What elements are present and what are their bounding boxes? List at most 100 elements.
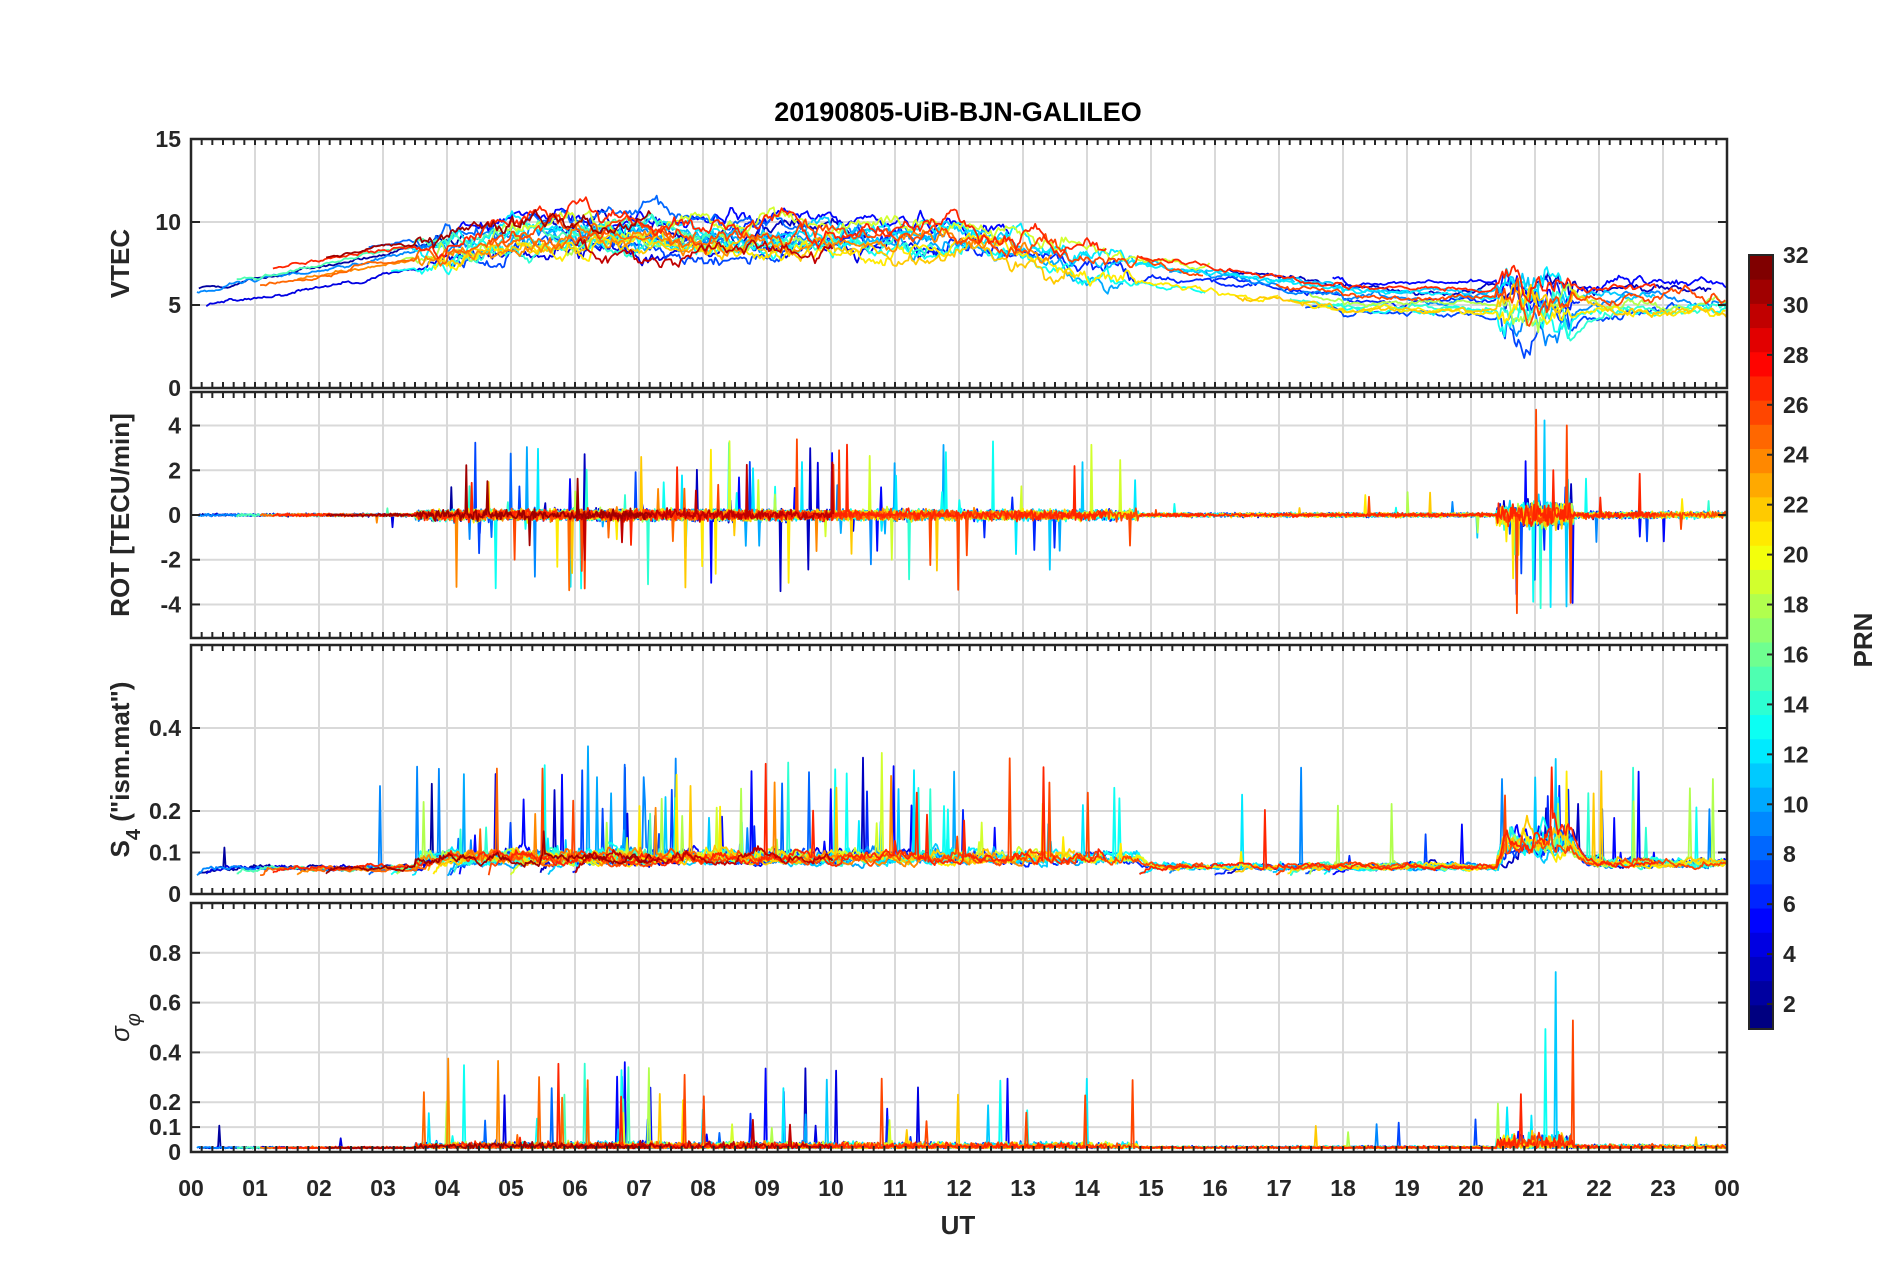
colorbar-band [1749, 521, 1773, 546]
colorbar-band [1749, 424, 1773, 449]
colorbar: 2468101214161820222426283032PRN [1748, 242, 1878, 1030]
y-tick-label: 0.1 [149, 1114, 181, 1140]
x-tick-label: 21 [1522, 1175, 1548, 1201]
colorbar-band [1749, 617, 1773, 643]
x-tick-label: 02 [306, 1175, 332, 1201]
y-label-main: σ [105, 1025, 135, 1042]
y-tick-label: 0 [168, 881, 181, 907]
x-tick-label: 08 [690, 1175, 716, 1201]
y-axis-label-1: VTEC [105, 229, 135, 299]
x-tick-label: 03 [370, 1175, 396, 1201]
y-axis-label-4: σφ [105, 1013, 145, 1042]
colorbar-band [1749, 835, 1773, 861]
colorbar-tick-label: 28 [1783, 342, 1809, 368]
panel-1: 0 5 10 15 [155, 126, 1729, 401]
y-tick-label: 0.2 [149, 1089, 181, 1115]
panel-3: 0 0.1 0.2 0.4 [149, 643, 1729, 907]
y-tick-label: 0 [168, 375, 181, 401]
x-tick-label: 23 [1650, 1175, 1676, 1201]
colorbar-tick-label: 8 [1783, 841, 1796, 867]
colorbar-band [1749, 303, 1773, 329]
x-tick-label: 06 [562, 1175, 588, 1201]
colorbar-tick-label: 12 [1783, 741, 1809, 767]
x-tick-label: 15 [1138, 1175, 1164, 1201]
colorbar-band [1749, 279, 1773, 304]
colorbar-band [1749, 690, 1773, 716]
colorbar-tick-label: 24 [1783, 442, 1809, 468]
x-tick-label: 04 [434, 1175, 460, 1201]
x-tick-label: 16 [1202, 1175, 1228, 1201]
colorbar-tick-label: 4 [1783, 941, 1796, 967]
colorbar-band [1749, 472, 1773, 498]
colorbar-band [1749, 327, 1773, 353]
colorbar-band [1749, 811, 1773, 836]
x-tick-label: 07 [626, 1175, 652, 1201]
y-axis-label-3: S4 ("ism.mat") [105, 682, 145, 858]
colorbar-tick-label: 2 [1783, 991, 1796, 1017]
x-tick-label: 12 [946, 1175, 972, 1201]
y-tick-label: 0.4 [149, 1039, 181, 1065]
colorbar-label: PRN [1848, 613, 1878, 668]
colorbar-tick-label: 14 [1783, 691, 1809, 717]
y-tick-label: 2 [168, 457, 181, 483]
panel-4: 00.10.2 0.4 0.6 0.8 [149, 901, 1729, 1165]
panel-2: -4 -2 0 2 4 [161, 390, 1729, 640]
x-tick-label: 14 [1074, 1175, 1100, 1201]
x-tick-label: 11 [883, 1175, 908, 1201]
colorbar-band [1749, 448, 1773, 474]
y-tick-label: -4 [161, 591, 182, 617]
x-tick-label: 10 [818, 1175, 844, 1201]
x-tick-label: 05 [498, 1175, 524, 1201]
y-tick-label: 0.1 [149, 840, 181, 866]
y-tick-label: 0 [168, 1139, 181, 1165]
x-tick-label: 13 [1010, 1175, 1036, 1201]
colorbar-band [1749, 255, 1773, 280]
colorbar-band [1749, 956, 1773, 982]
colorbar-tick-label: 18 [1783, 592, 1809, 618]
colorbar-band [1749, 1004, 1773, 1030]
y-tick-label: 0.2 [149, 798, 181, 824]
x-tick-label: 09 [754, 1175, 780, 1201]
colorbar-tick-label: 22 [1783, 492, 1809, 518]
colorbar-tick-label: 6 [1783, 891, 1796, 917]
y-tick-label: 0.6 [149, 990, 181, 1016]
colorbar-band [1749, 545, 1773, 570]
colorbar-band [1749, 666, 1773, 691]
colorbar-tick-label: 32 [1783, 242, 1809, 268]
x-tick-label: 01 [242, 1175, 268, 1201]
colorbar-tick-label: 10 [1783, 791, 1809, 817]
colorbar-band [1749, 980, 1773, 1006]
x-tick-label: 17 [1266, 1175, 1292, 1201]
y-tick-label: 0.4 [149, 715, 181, 741]
y-label-main: S [105, 840, 135, 857]
panels: 051015-4-202400.10.20.400.10.20.40.60.8 [149, 126, 1729, 1165]
x-tick-label: 20 [1458, 1175, 1484, 1201]
colorbar-band [1749, 375, 1773, 401]
y-label-rest: ("ism.mat") [105, 682, 135, 829]
x-tick-label: 19 [1394, 1175, 1420, 1201]
x-tick-label: 22 [1586, 1175, 1612, 1201]
colorbar-band [1749, 859, 1773, 885]
y-tick-label: 4 [168, 413, 181, 439]
colorbar-tick-label: 20 [1783, 542, 1809, 568]
y-axis-label-2: ROT [TECU/min] [105, 413, 135, 617]
colorbar-band [1749, 569, 1773, 595]
chart-title: 20190805-UiB-BJN-GALILEO [774, 97, 1142, 127]
y-tick-label: -2 [161, 547, 181, 573]
colorbar-tick-label: 16 [1783, 641, 1809, 667]
x-tick-label: 18 [1330, 1175, 1356, 1201]
colorbar-band [1749, 908, 1773, 933]
colorbar-tick-label: 26 [1783, 392, 1809, 418]
colorbar-band [1749, 787, 1773, 812]
y-tick-label: 0.8 [149, 940, 181, 966]
y-tick-label: 5 [168, 292, 181, 318]
x-tick-label: 00 [178, 1175, 204, 1201]
y-tick-label: 10 [155, 209, 181, 235]
colorbar-tick-label: 30 [1783, 292, 1809, 318]
x-tick-label: 00 [1714, 1175, 1740, 1201]
colorbar-band [1749, 593, 1773, 619]
x-axis-label: UT [941, 1210, 976, 1240]
figure: 20190805-UiB-BJN-GALILEO 051015-4-202400… [105, 97, 1878, 1240]
y-tick-label: 0 [168, 502, 181, 528]
colorbar-band [1749, 738, 1773, 764]
